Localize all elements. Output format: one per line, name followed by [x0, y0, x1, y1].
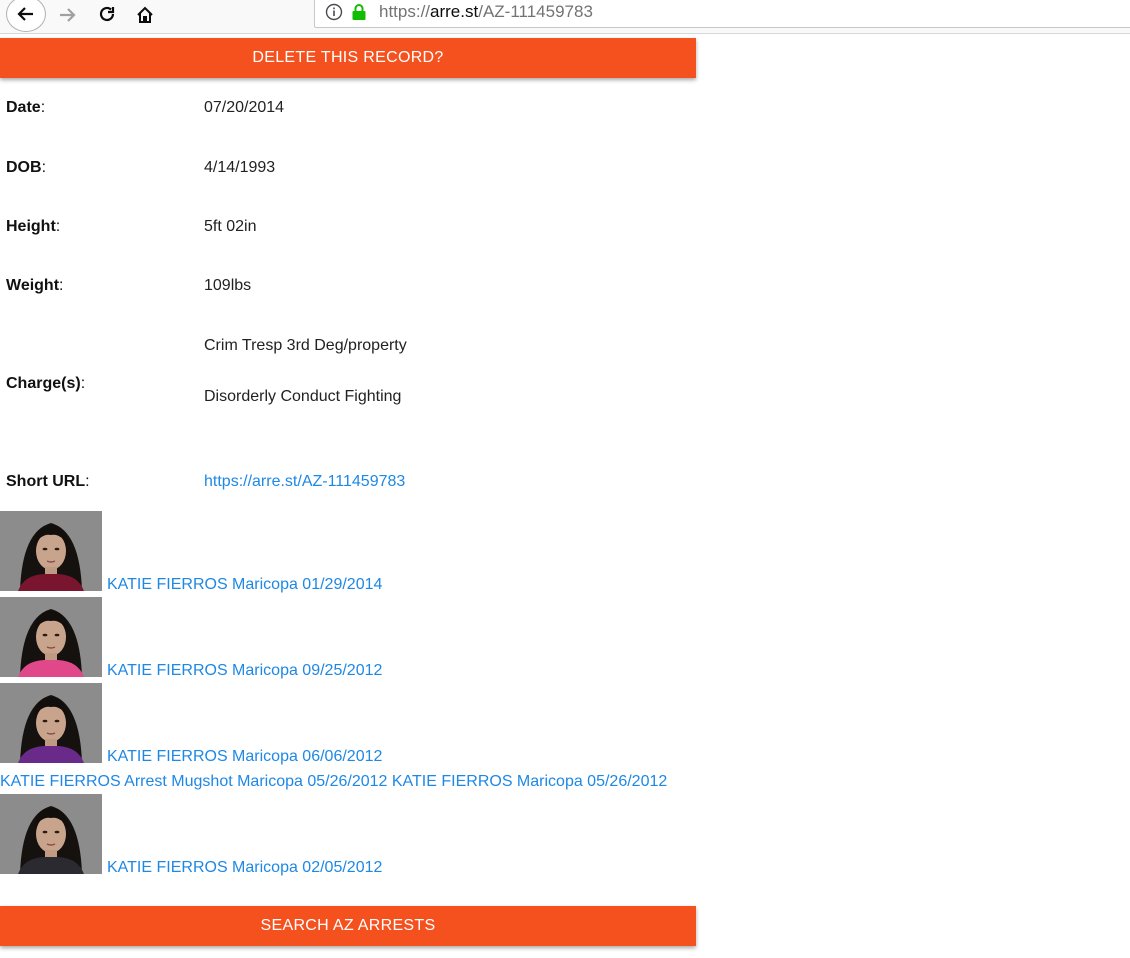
url-path: /AZ-111459783 — [478, 2, 593, 21]
weight-label: Weight — [6, 277, 60, 294]
weight-value: 109lbs — [204, 277, 252, 294]
charges-label: Charge(s) — [6, 375, 81, 392]
date-label: Date — [6, 99, 41, 116]
dob-value: 4/14/1993 — [204, 159, 276, 176]
date-label-row: Date: — [6, 99, 46, 116]
height-label: Height — [6, 218, 56, 235]
mugshot-thumbnail[interactable] — [0, 511, 102, 591]
charges-label-row: Charge(s): — [6, 375, 86, 392]
record-link[interactable]: KATIE FIERROS Maricopa 02/05/2012 — [107, 859, 382, 877]
url-text: https://arre.st/AZ-111459783 — [379, 2, 593, 22]
short-url-label: Short URL — [6, 473, 86, 490]
dob-label-row: DOB: — [6, 159, 47, 176]
record-item[interactable]: KATIE FIERROS Maricopa 06/06/2012 — [0, 683, 382, 766]
search-arrests-button[interactable]: SEARCH AZ ARRESTS — [0, 906, 696, 946]
delete-record-button[interactable]: DELETE THIS RECORD? — [0, 38, 696, 78]
forward-button[interactable] — [50, 0, 84, 30]
record-link[interactable]: KATIE FIERROS Maricopa 09/25/2012 — [107, 662, 382, 680]
dob-label: DOB — [6, 159, 42, 176]
record-item[interactable]: KATIE FIERROS Maricopa 02/05/2012 — [0, 794, 382, 877]
height-label-row: Height: — [6, 218, 61, 235]
info-icon[interactable] — [325, 3, 343, 21]
date-value: 07/20/2014 — [204, 99, 285, 116]
arrow-right-icon — [60, 8, 76, 22]
reload-icon — [99, 6, 115, 22]
record-item[interactable]: KATIE FIERROS Maricopa 01/29/2014 — [0, 511, 382, 594]
browser-toolbar: https://arre.st/AZ-111459783 — [0, 0, 1130, 34]
home-icon — [137, 6, 153, 23]
url-host: arre.st — [430, 2, 479, 21]
url-bar[interactable]: https://arre.st/AZ-111459783 — [314, 0, 1130, 28]
back-button[interactable] — [6, 0, 46, 32]
charge-item: Disorderly Conduct Fighting — [204, 388, 402, 405]
short-url-link[interactable]: https://arre.st/AZ-111459783 — [204, 473, 405, 491]
arrow-left-icon — [17, 7, 33, 21]
charge-item: Crim Tresp 3rd Deg/property — [204, 337, 407, 354]
short-url-label-row: Short URL: — [6, 473, 90, 490]
record-text-link[interactable]: KATIE FIERROS Arrest Mugshot Maricopa 05… — [0, 773, 667, 791]
record-link[interactable]: KATIE FIERROS Maricopa 01/29/2014 — [107, 576, 382, 594]
mugshot-thumbnail[interactable] — [0, 597, 102, 677]
record-item[interactable]: KATIE FIERROS Maricopa 09/25/2012 — [0, 597, 382, 680]
weight-label-row: Weight: — [6, 277, 64, 294]
mugshot-thumbnail[interactable] — [0, 683, 102, 763]
record-link[interactable]: KATIE FIERROS Maricopa 06/06/2012 — [107, 748, 382, 766]
lock-icon[interactable] — [351, 3, 367, 21]
url-scheme: https:// — [379, 2, 431, 21]
home-button[interactable] — [128, 0, 162, 30]
reload-button[interactable] — [90, 0, 124, 30]
mugshot-thumbnail[interactable] — [0, 794, 102, 874]
height-value: 5ft 02in — [204, 218, 257, 235]
